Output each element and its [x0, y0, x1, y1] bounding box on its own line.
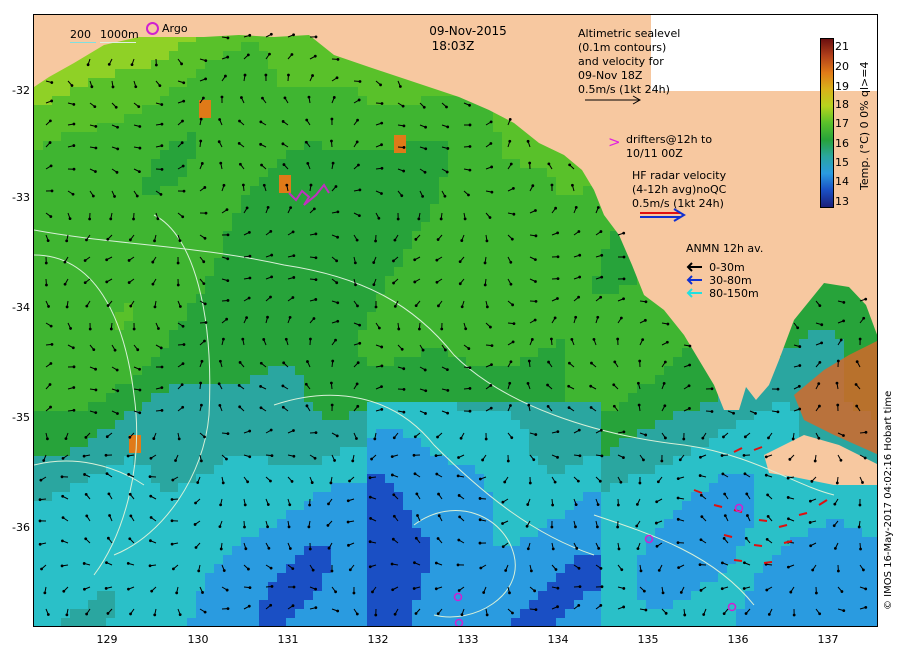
altimetry-line1: Altimetric sealevel — [578, 27, 681, 40]
colorbar-title: Temp. (°C) 0 0% ql>=4 — [858, 61, 871, 190]
lon-label: 135 — [637, 633, 659, 646]
colorbar-tick: 17 — [835, 117, 849, 130]
map-date: 09-Nov-2015 — [429, 24, 507, 38]
colorbar-tick: 21 — [835, 40, 849, 53]
lon-label: 134 — [547, 633, 569, 646]
lon-label: 133 — [457, 633, 479, 646]
hf-radar-line1: HF radar velocity — [632, 169, 727, 182]
lat-label: -36 — [12, 521, 30, 534]
map-time: 18:03Z — [431, 39, 475, 53]
bathymetry-depth2: 1000m — [100, 28, 139, 41]
lon-label: 131 — [277, 633, 299, 646]
lon-label: 137 — [817, 633, 839, 646]
drifters-line2: 10/11 00Z — [626, 147, 683, 160]
lon-label: 132 — [367, 633, 389, 646]
hf-radar-scale-arrow-icon — [640, 208, 686, 222]
anmn-item-2: 80-150m — [686, 282, 759, 301]
lat-label: -32 — [12, 84, 30, 97]
colorbar-tick: 19 — [835, 80, 849, 93]
argo-label: Argo — [162, 22, 188, 35]
anmn-arrow-2-icon — [686, 287, 702, 298]
colorbar-tick: 14 — [835, 175, 849, 188]
argo-circle-icon — [146, 22, 159, 35]
lon-label: 130 — [187, 633, 209, 646]
altimetry-scale-arrow-icon — [585, 95, 642, 105]
colorbar-tick: 20 — [835, 60, 849, 73]
bathymetry-line-1000 — [100, 42, 136, 43]
drifters-line1: drifters@12h to — [626, 133, 713, 146]
bathymetry-depth1: 200 — [70, 28, 91, 41]
copyright-text: © IMOS 16-May-2017 04:02:16 Hobart time — [883, 390, 894, 610]
colorbar-tick: 13 — [835, 195, 849, 208]
colorbar-tick: 16 — [835, 137, 849, 150]
colorbar-tick: 15 — [835, 156, 849, 169]
sst-map — [33, 14, 878, 627]
lat-label: -34 — [12, 301, 30, 314]
anmn-title: ANMN 12h av. — [686, 242, 764, 255]
altimetry-line2: (0.1m contours) — [578, 41, 667, 54]
temperature-colorbar — [820, 38, 834, 208]
colorbar-tick: 18 — [835, 98, 849, 111]
anmn-label-2: 80-150m — [709, 287, 759, 300]
lat-label: -35 — [12, 411, 30, 424]
altimetry-line4: 09-Nov 18Z — [578, 69, 643, 82]
lon-label: 136 — [727, 633, 749, 646]
altimetry-line3: and velocity for — [578, 55, 664, 68]
drifter-arrow-icon: > — [608, 133, 621, 151]
hf-radar-line2: (4-12h avg)noQC — [632, 183, 727, 196]
lon-label: 129 — [96, 633, 118, 646]
bathymetry-line-200 — [70, 42, 96, 43]
sst-map-canvas — [34, 15, 877, 626]
lat-label: -33 — [12, 191, 30, 204]
